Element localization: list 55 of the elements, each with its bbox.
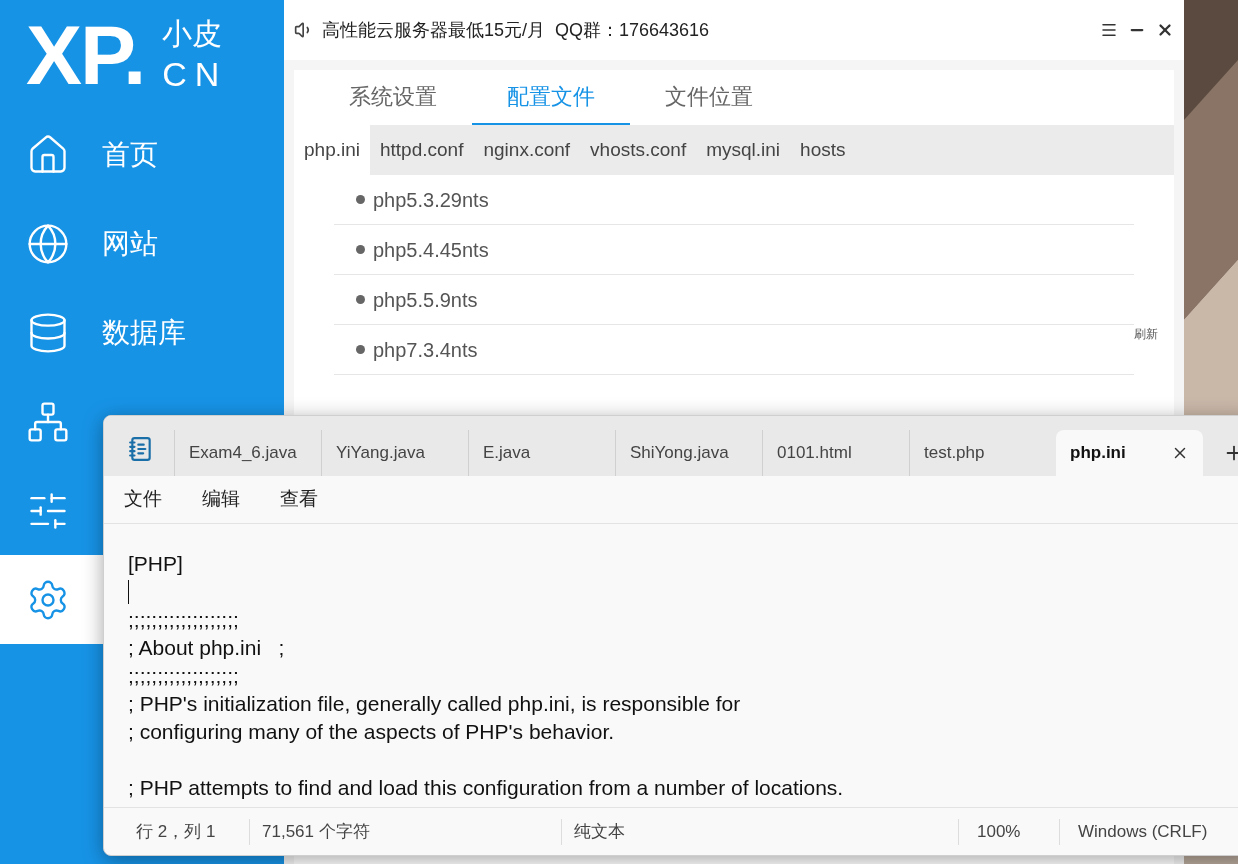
bullet-icon <box>356 295 365 304</box>
editor-tab[interactable]: YiYang.java <box>321 430 468 476</box>
menu-item[interactable]: 编辑 <box>202 485 240 514</box>
sidebar-label: 首页 <box>102 137 158 172</box>
version-item[interactable]: php5.3.29nts <box>334 175 1134 225</box>
file-tab[interactable]: mysql.ini <box>696 125 791 175</box>
settings-tab[interactable]: 系统设置 <box>314 70 472 125</box>
bullet-icon <box>356 195 365 204</box>
text-line: ; About php.ini ; <box>128 635 286 661</box>
editor-tab[interactable]: Exam4_6.java <box>174 430 321 476</box>
bullet-icon <box>356 345 365 354</box>
sidebar-label: 网站 <box>102 226 158 261</box>
logo-name: 小皮 <box>162 16 224 52</box>
file-tab[interactable]: nginx.conf <box>473 125 581 175</box>
text-line: [PHP] <box>128 551 184 577</box>
menu-item[interactable]: 文件 <box>124 485 162 514</box>
settings-tab[interactable]: 文件位置 <box>630 70 788 125</box>
status-text: Windows (CRLF) <box>1078 820 1208 843</box>
status-text: 纯文本 <box>574 820 625 843</box>
menu-item[interactable]: 查看 <box>280 485 318 514</box>
editor-tab[interactable]: ShiYong.java <box>615 430 762 476</box>
text-line: ;;;;;;;;;;;;;;;;;;; <box>128 607 240 633</box>
text-line: ; PHP attempts to find and load this configuration from a number of locations. <box>128 775 845 801</box>
file-tab[interactable]: vhosts.conf <box>580 125 697 175</box>
version-label: php5.4.45nts <box>373 237 489 263</box>
text-line: ; PHP's initialization file, generally called php.ini, is responsible for <box>128 691 742 717</box>
status-text: 行 2，列 1 <box>136 820 216 843</box>
menu-icon[interactable] <box>1100 21 1118 39</box>
logo-domain: CN <box>162 53 228 95</box>
status-text: 71,561 个字符 <box>262 820 370 843</box>
notepad-icon <box>128 436 154 462</box>
file-tab[interactable]: php.ini <box>294 125 370 175</box>
version-item[interactable]: php5.4.45nts <box>334 225 1134 275</box>
editor-tab[interactable]: E.java <box>468 430 615 476</box>
status-text: 100% <box>977 820 1021 843</box>
version-label: php7.3.4nts <box>373 337 478 363</box>
text-line: ;;;;;;;;;;;;;;;;;;; <box>128 663 240 689</box>
version-label: php5.3.29nts <box>373 187 489 213</box>
sidebar-item[interactable] <box>0 555 103 644</box>
text-line: ; configuring many of the aspects of PHP's behavior. <box>128 719 616 745</box>
sidebar-label: 数据库 <box>102 315 186 350</box>
logo-mark: XP. <box>26 13 145 97</box>
text-cursor <box>128 580 129 604</box>
file-tab[interactable]: hosts <box>790 125 856 175</box>
version-item[interactable]: php5.5.9nts <box>334 275 1134 325</box>
network-icon <box>26 399 70 444</box>
refresh-link[interactable]: 刷新 <box>1134 325 1158 343</box>
editor-tab[interactable]: php.ini <box>1056 430 1203 476</box>
file-tab[interactable]: httpd.conf <box>370 125 474 175</box>
close-icon[interactable] <box>1156 21 1174 39</box>
version-item[interactable]: php7.3.4nts <box>334 325 1134 375</box>
bullet-icon <box>356 245 365 254</box>
version-label: php5.5.9nts <box>373 287 478 313</box>
editor-tab[interactable]: 0101.html <box>762 430 909 476</box>
notice-text: 高性能云服务器最低15元/月 QQ群：176643616 <box>322 18 710 42</box>
